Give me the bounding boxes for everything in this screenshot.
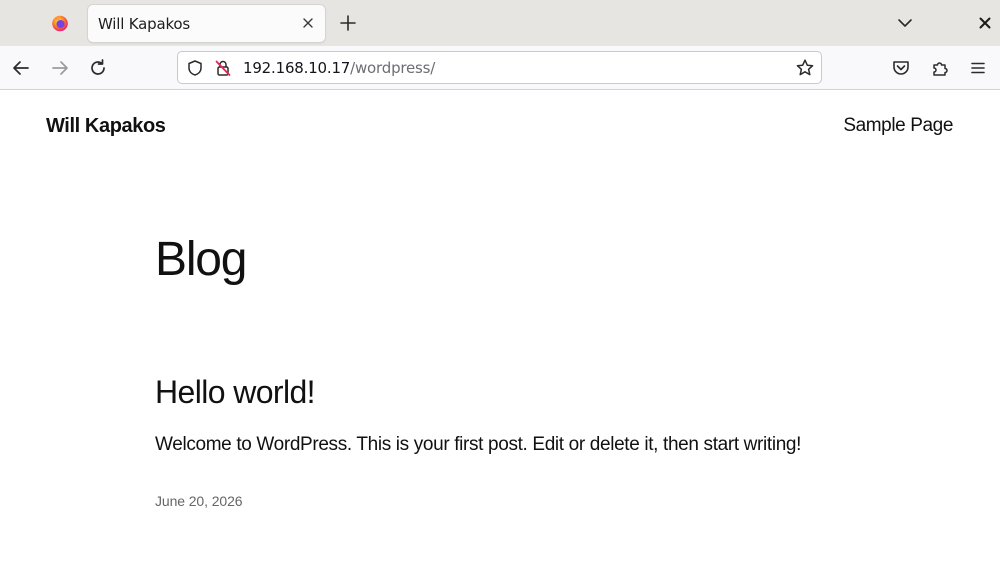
post-title-link[interactable]: Hello world! xyxy=(155,374,316,411)
star-icon[interactable] xyxy=(795,58,815,78)
tab-will-kapakos[interactable]: Will Kapakos xyxy=(88,5,325,42)
navigation-toolbar: 192.168.10.17/wordpress/ xyxy=(0,46,1000,90)
browser-window: Will Kapakos 192.168.10.17/wordpress/ Wi… xyxy=(0,0,1000,567)
web-page: Will Kapakos Sample Page Blog Hello worl… xyxy=(0,91,1000,567)
address-bar[interactable]: 192.168.10.17/wordpress/ xyxy=(177,51,822,84)
shield-icon[interactable] xyxy=(186,59,204,77)
tab-strip: Will Kapakos xyxy=(0,0,1000,46)
close-icon[interactable] xyxy=(300,15,316,31)
close-icon[interactable] xyxy=(976,14,994,32)
hamburger-menu-icon[interactable] xyxy=(967,57,989,79)
url-text[interactable]: 192.168.10.17/wordpress/ xyxy=(243,59,435,77)
arrow-right-icon[interactable] xyxy=(49,57,71,79)
puzzle-icon[interactable] xyxy=(929,57,951,79)
insecure-lock-icon[interactable] xyxy=(214,59,232,77)
url-host: 192.168.10.17 xyxy=(243,59,351,77)
tab-title: Will Kapakos xyxy=(98,15,190,33)
pocket-icon[interactable] xyxy=(890,57,912,79)
page-title: Blog xyxy=(155,233,247,286)
chevron-down-icon[interactable] xyxy=(896,14,914,32)
arrow-left-icon[interactable] xyxy=(10,57,32,79)
plus-icon[interactable] xyxy=(338,13,358,33)
nav-link-sample-page[interactable]: Sample Page xyxy=(843,115,953,137)
post-excerpt: Welcome to WordPress. This is your first… xyxy=(155,434,802,455)
post-date: June 20, 2026 xyxy=(155,493,243,509)
firefox-icon[interactable] xyxy=(51,14,69,32)
reload-icon[interactable] xyxy=(87,57,109,79)
site-title[interactable]: Will Kapakos xyxy=(46,115,166,138)
url-path: /wordpress/ xyxy=(350,59,436,77)
